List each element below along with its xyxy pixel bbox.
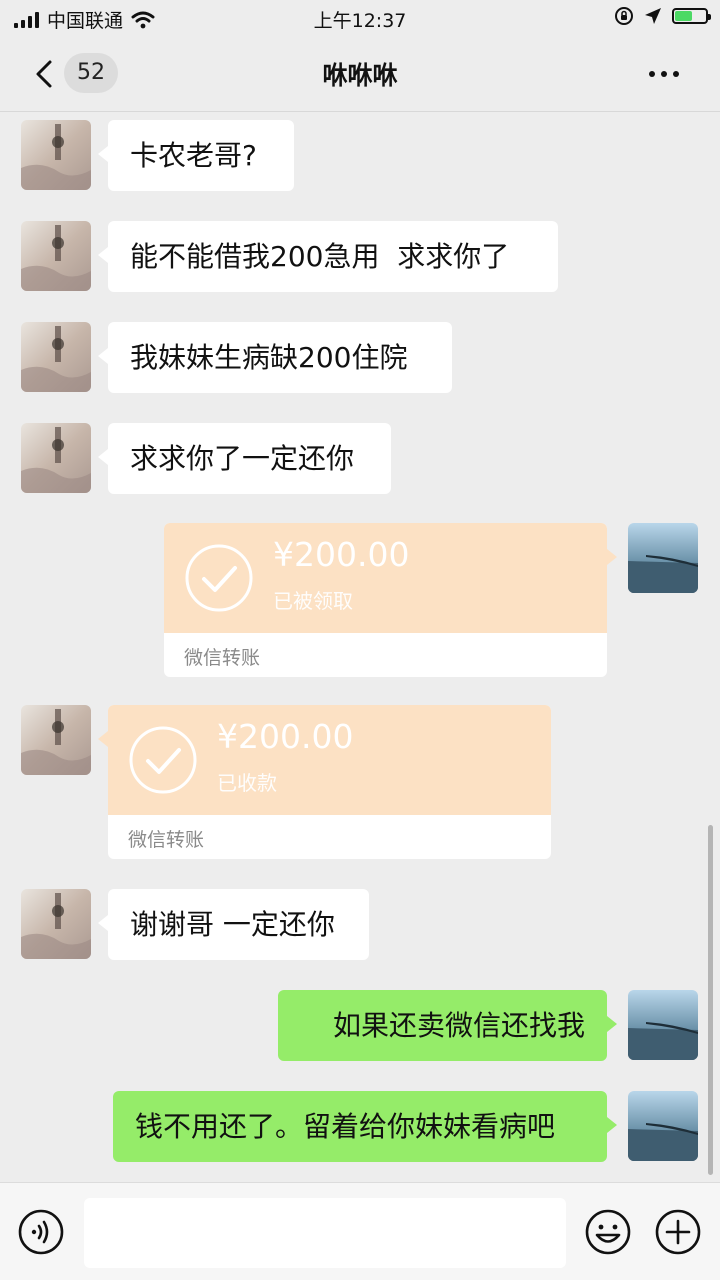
message-bubble-incoming[interactable]: 我妹妹生病缺200住院 — [98, 322, 452, 393]
message-text: 钱不用还了。留着给你妹妹看病吧 — [135, 1110, 556, 1143]
self-avatar[interactable] — [628, 990, 698, 1060]
transfer-amount: ¥200.00 — [217, 717, 354, 756]
transfer-card-outgoing[interactable]: ¥200.00 已被领取 微信转账 — [164, 523, 607, 677]
transfer-card-incoming[interactable]: ¥200.00 已收款 微信转账 — [108, 705, 551, 859]
friend-avatar-image — [21, 120, 91, 190]
emoji-icon[interactable] — [584, 1208, 632, 1256]
transfer-status: 已收款 — [217, 771, 277, 795]
message-text: 谢谢哥 一定还你 — [130, 908, 335, 941]
self-avatar-image — [628, 523, 698, 593]
status-time: 上午12:37 — [313, 10, 407, 32]
friend-avatar[interactable] — [21, 705, 91, 775]
message-bubble-incoming[interactable]: 卡农老哥? — [98, 120, 294, 191]
chat-title: 咻咻咻 — [322, 61, 398, 90]
message-text: 我妹妹生病缺200住院 — [130, 341, 408, 374]
status-bar: 中国联通 上午12:37 — [0, 0, 720, 36]
check-circle-icon — [129, 726, 197, 794]
self-avatar-image — [628, 1091, 698, 1161]
self-avatar[interactable] — [628, 523, 698, 593]
input-bar — [0, 1182, 720, 1280]
status-right — [614, 6, 711, 26]
battery-icon — [672, 8, 711, 24]
bubble-tail — [98, 731, 108, 747]
more-dots-icon[interactable] — [644, 64, 684, 84]
message-bubble-incoming[interactable]: 能不能借我200急用 求求你了 — [98, 221, 558, 292]
message-text: 求求你了一定还你 — [130, 442, 355, 475]
transfer-amount: ¥200.00 — [273, 535, 410, 574]
friend-avatar[interactable] — [21, 423, 91, 493]
transfer-label: 微信转账 — [184, 647, 261, 669]
friend-avatar-image — [21, 889, 91, 959]
voice-icon[interactable] — [17, 1208, 65, 1256]
nav-bar: 52 咻咻咻 — [0, 36, 720, 112]
message-bubble-incoming[interactable]: 谢谢哥 一定还你 — [98, 889, 369, 960]
message-list[interactable]: 卡农老哥? 能不能借我200急用 求求你了 我妹妹生病缺200住院 求求你了一定… — [0, 112, 720, 1182]
transfer-status: 已被领取 — [273, 589, 353, 613]
scrollbar[interactable] — [708, 825, 713, 1175]
friend-avatar[interactable] — [21, 322, 91, 392]
friend-avatar-image — [21, 705, 91, 775]
friend-avatar[interactable] — [21, 221, 91, 291]
message-text: 能不能借我200急用 求求你了 — [130, 240, 510, 273]
rotation-lock-icon — [615, 7, 633, 25]
friend-avatar[interactable] — [21, 889, 91, 959]
battery-level — [675, 11, 692, 21]
self-avatar-image — [628, 990, 698, 1060]
bubble-tail — [607, 549, 617, 565]
message-bubble-outgoing[interactable]: 钱不用还了。留着给你妹妹看病吧 — [113, 1091, 617, 1162]
friend-avatar-image — [21, 423, 91, 493]
self-avatar[interactable] — [628, 1091, 698, 1161]
message-bubble-incoming[interactable]: 求求你了一定还你 — [98, 423, 391, 494]
check-circle-icon — [185, 544, 253, 612]
message-input[interactable] — [84, 1198, 566, 1268]
location-icon — [645, 8, 661, 24]
friend-avatar-image — [21, 221, 91, 291]
message-text: 如果还卖微信还找我 — [332, 1009, 585, 1042]
message-bubble-outgoing[interactable]: 如果还卖微信还找我 — [278, 990, 617, 1061]
transfer-label: 微信转账 — [128, 829, 205, 851]
friend-avatar[interactable] — [21, 120, 91, 190]
friend-avatar-image — [21, 322, 91, 392]
plus-circle-icon[interactable] — [654, 1208, 702, 1256]
message-text: 卡农老哥? — [130, 139, 257, 172]
